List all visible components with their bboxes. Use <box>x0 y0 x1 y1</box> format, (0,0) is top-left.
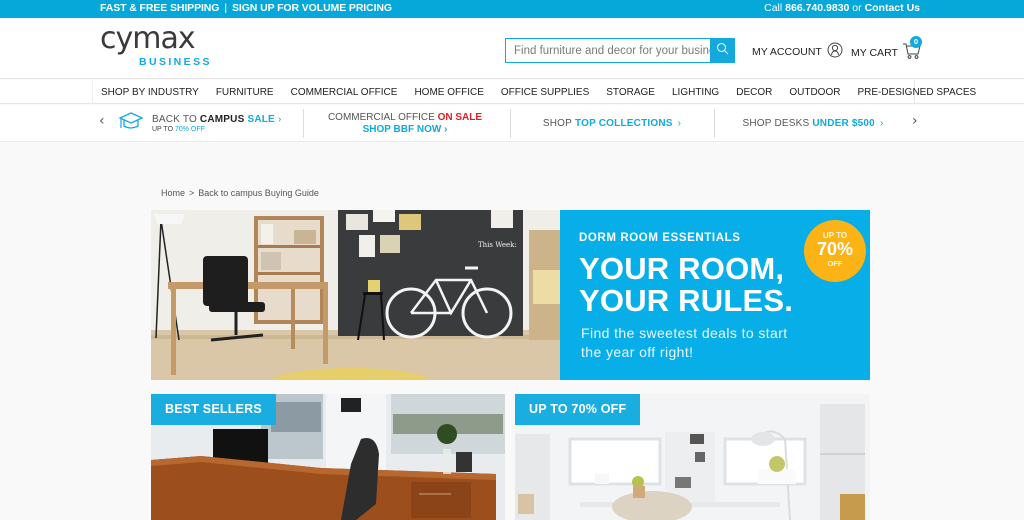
nav-outdoor[interactable]: OUTDOOR <box>789 87 840 98</box>
promo-divider <box>510 109 511 138</box>
hero-headline-line-2: YOUR RULES. <box>579 283 794 318</box>
hero-headline: YOUR ROOM, YOUR RULES. <box>579 253 793 317</box>
chevron-right-icon: › <box>677 118 682 129</box>
promo-next-arrow[interactable]: › <box>912 113 918 129</box>
up-to-70-off-tag: UP TO 70% OFF <box>515 394 641 425</box>
my-account-link[interactable]: MY ACCOUNT <box>752 42 843 61</box>
commercial-pre: COMMERCIAL OFFICE <box>327 111 435 123</box>
desks-hl: UNDER $500 <box>812 118 875 129</box>
top-promo-left: FAST & FREE SHIPPING | SIGN UP FOR VOLUME … <box>100 2 392 14</box>
discount-badge: UP TO 70% OFF <box>804 220 866 282</box>
hero-subtext-line-1: Find the sweetest deals to start <box>581 325 788 341</box>
nav-shop-by-industry[interactable]: SHOP BY INDUSTRY <box>101 87 199 98</box>
my-account-label: MY ACCOUNT <box>752 45 822 58</box>
call-label: Call <box>764 2 783 14</box>
my-cart-link[interactable]: MY CART 0 <box>851 36 922 63</box>
contact-us-link[interactable]: Contact Us <box>865 2 920 14</box>
or-label: or <box>852 2 862 14</box>
nav-furniture[interactable]: FURNITURE <box>216 87 274 98</box>
best-sellers-tile[interactable]: BEST SELLERS <box>151 394 505 520</box>
promo-divider <box>303 109 304 138</box>
campus-sub-discount: 70% OFF <box>174 125 205 133</box>
desks-pre: SHOP DESKS <box>742 118 810 129</box>
promo-desks-under-500[interactable]: SHOP DESKS UNDER $500 › <box>718 105 908 142</box>
top-separator: | <box>224 2 227 14</box>
svg-text:This Week:: This Week: <box>478 241 517 249</box>
hero-subtext-line-2: the year off right! <box>581 344 694 360</box>
campus-sub-pre: UP TO <box>152 125 174 133</box>
free-shipping-link[interactable]: FAST & FREE SHIPPING <box>100 2 219 14</box>
site-header: cymax BUSINESS MY ACCOUNT MY CART 0 <box>0 18 1024 79</box>
logo[interactable]: cymax BUSINESS <box>100 21 220 69</box>
nav-home-office[interactable]: HOME OFFICE <box>414 87 483 98</box>
nav-lighting[interactable]: LIGHTING <box>672 87 719 98</box>
logo-wordmark: cymax <box>100 21 196 56</box>
promo-top-collections[interactable]: SHOP TOP COLLECTIONS › <box>512 105 712 142</box>
discount-badge-value: 70% <box>816 239 854 259</box>
breadcrumb-separator: > <box>189 188 195 198</box>
discount-badge-bottom: OFF <box>827 259 843 268</box>
hero-banner[interactable]: This Week: DORM ROOM ESSENTIALS YOUR ROO… <box>151 210 870 380</box>
nav-storage[interactable]: STORAGE <box>606 87 655 98</box>
campus-bold: CAMPUS <box>199 113 245 125</box>
promo-divider <box>714 109 715 138</box>
search-input[interactable] <box>506 39 711 62</box>
campus-pre: BACK TO <box>152 113 197 125</box>
hero-text-panel: DORM ROOM ESSENTIALS YOUR ROOM, YOUR RUL… <box>560 210 870 380</box>
best-sellers-tag: BEST SELLERS <box>151 394 276 425</box>
my-cart-label: MY CART <box>851 46 898 59</box>
hero-subtext: Find the sweetest deals to start the yea… <box>581 324 788 362</box>
collections-pre: SHOP <box>542 118 572 129</box>
top-promo-bar: FAST & FREE SHIPPING | SIGN UP FOR VOLUME … <box>0 0 1024 18</box>
top-contact: Call 866.740.9830 or Contact Us <box>764 2 920 14</box>
chevron-right-icon: › <box>879 118 884 129</box>
breadcrumb-current: Back to campus Buying Guide <box>198 188 319 198</box>
search-button[interactable] <box>710 38 735 63</box>
breadcrumb-home[interactable]: Home <box>161 188 185 198</box>
volume-pricing-link[interactable]: SIGN UP FOR VOLUME PRICING <box>232 2 392 14</box>
chevron-right-icon: › <box>277 113 282 125</box>
phone-number[interactable]: 866.740.9830 <box>785 2 849 14</box>
breadcrumb: Home > Back to campus Buying Guide <box>161 188 319 198</box>
shop-bbf-link: SHOP BBF NOW › <box>362 123 448 135</box>
promo-prev-arrow[interactable]: ‹ <box>99 113 105 129</box>
search-bar <box>505 38 735 63</box>
promo-back-to-campus[interactable]: BACK TO CAMPUS SALE › UP TO 70% OFF <box>118 105 298 142</box>
cart-count-badge: 0 <box>910 36 922 48</box>
promo-commercial-office[interactable]: COMMERCIAL OFFICE ON SALE SHOP BBF NOW › <box>305 105 505 142</box>
nav-office-supplies[interactable]: OFFICE SUPPLIES <box>501 87 589 98</box>
promo-carousel: ‹ BACK TO CAMPUS SALE › UP TO 70% OFF COM… <box>0 105 1024 142</box>
hero-headline-line-1: YOUR ROOM, <box>579 251 785 286</box>
search-icon <box>716 42 729 60</box>
logo-subtitle: BUSINESS <box>139 56 212 68</box>
user-icon <box>827 42 843 61</box>
collections-hl: TOP COLLECTIONS <box>574 118 673 129</box>
nav-commercial-office[interactable]: COMMERCIAL OFFICE <box>291 87 398 98</box>
campus-sale: SALE <box>247 113 275 125</box>
commercial-on-sale: ON SALE <box>437 111 483 123</box>
up-to-70-off-tile[interactable]: UP TO 70% OFF <box>515 394 870 520</box>
main-navigation: SHOP BY INDUSTRY FURNITURE COMMERCIAL OF… <box>0 80 1024 104</box>
hero-kicker: DORM ROOM ESSENTIALS <box>579 232 741 244</box>
nav-pre-designed-spaces[interactable]: PRE-DESIGNED SPACES <box>857 87 976 98</box>
graduation-cap-icon <box>118 111 144 136</box>
hero-photo: This Week: <box>151 210 560 380</box>
nav-decor[interactable]: DECOR <box>736 87 772 98</box>
